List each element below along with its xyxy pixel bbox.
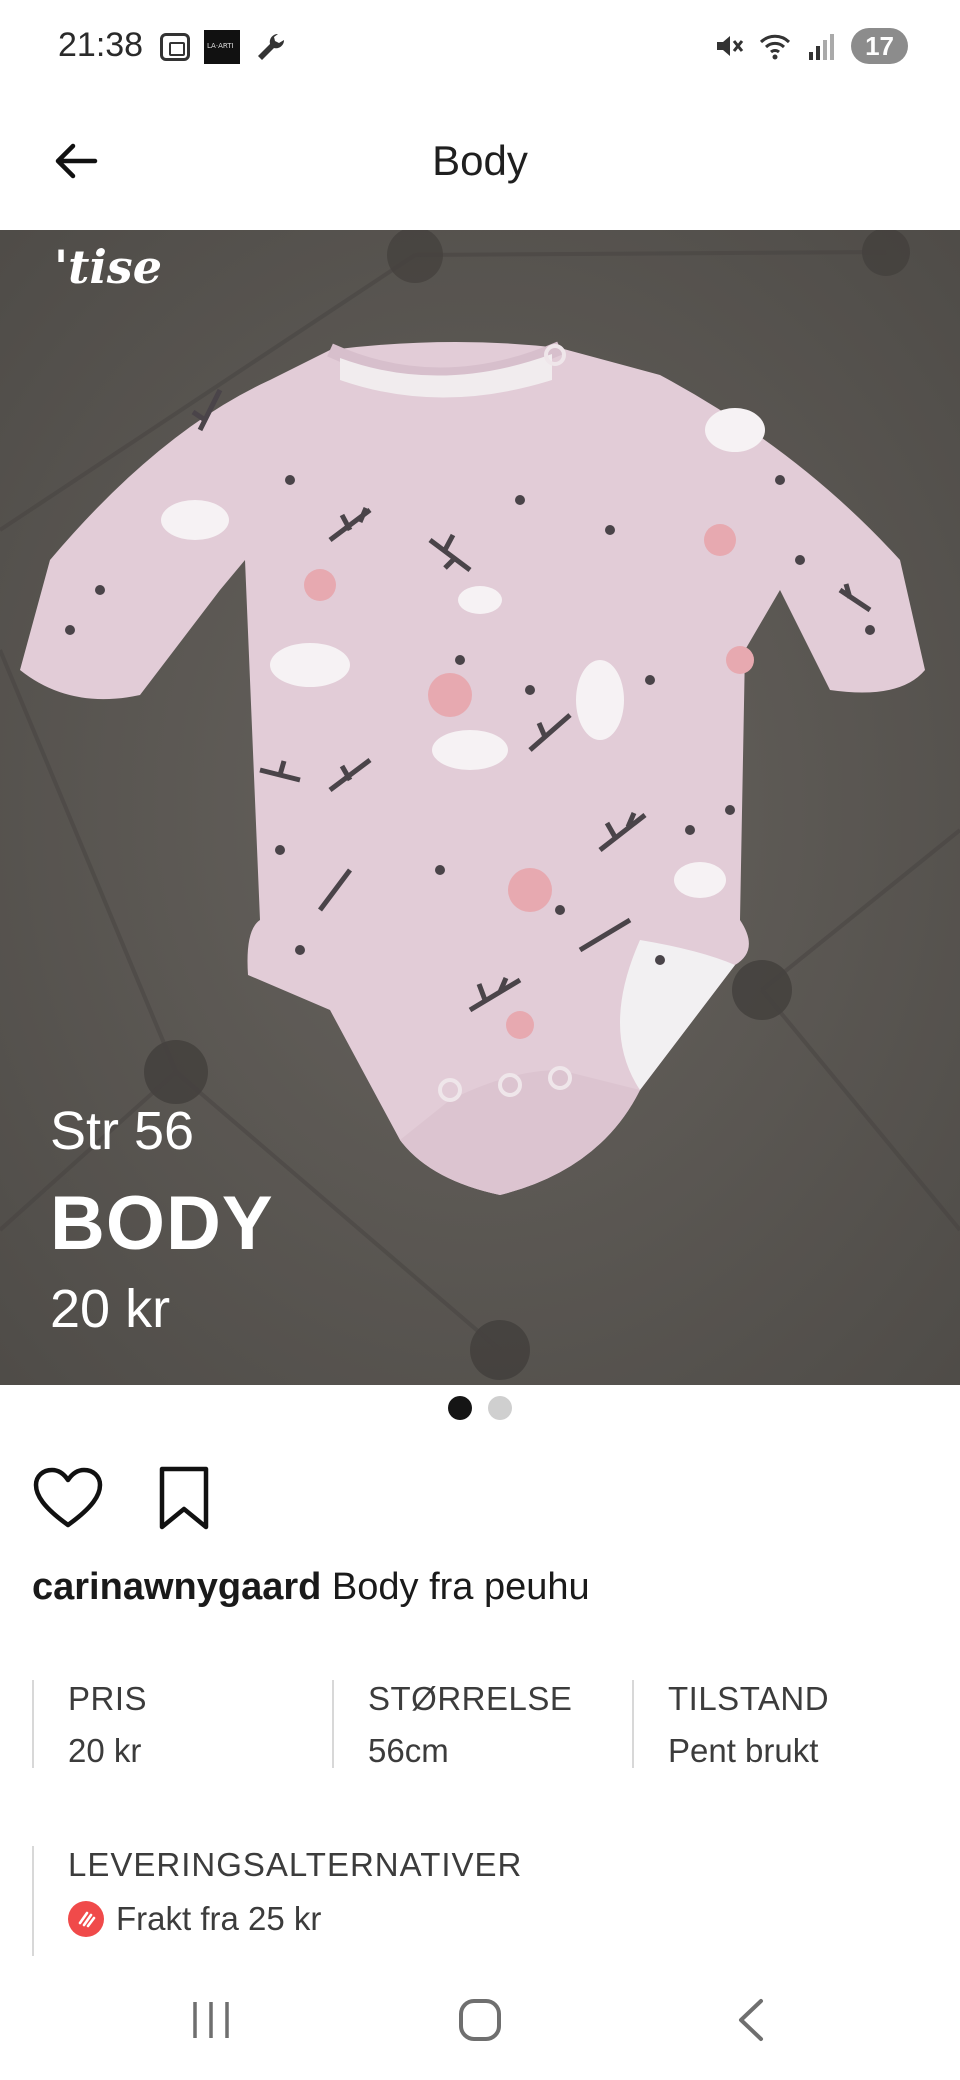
detail-label: TILSTAND xyxy=(668,1680,830,1717)
delivery-option[interactable]: Frakt fra 25 kr xyxy=(68,1900,912,1938)
overlay-title-text: BODY xyxy=(50,1181,274,1266)
home-button[interactable] xyxy=(445,1990,515,2050)
status-right-icons: 17 xyxy=(713,28,908,64)
recents-button[interactable] xyxy=(176,1990,246,2050)
status-bar: 21:38 LA·ARTI 17 xyxy=(0,0,960,100)
shipping-icon xyxy=(68,1901,104,1937)
status-time: 21:38 xyxy=(58,26,144,64)
recents-icon xyxy=(193,2002,229,2038)
home-icon xyxy=(459,1999,501,2041)
overlay-size-text: Str 56 xyxy=(50,1101,195,1161)
detail-value: 56cm xyxy=(368,1732,449,1769)
detail-size: STØRRELSE 56cm xyxy=(332,1680,632,1769)
seller-username[interactable]: carinawnygaard xyxy=(32,1566,321,1608)
action-bar xyxy=(32,1462,220,1534)
delivery-label: LEVERINGSALTERNATIVER xyxy=(68,1846,523,1883)
listing-details: PRIS 20 kr STØRRELSE 56cm TILSTAND Pent … xyxy=(32,1680,932,1769)
wifi-icon xyxy=(760,34,791,60)
overlay-price-text: 20 kr xyxy=(50,1279,171,1339)
signal-icon xyxy=(809,34,835,60)
detail-value: 20 kr xyxy=(68,1732,142,1769)
system-nav-bar xyxy=(0,1960,960,2080)
tise-watermark: 'tise xyxy=(54,240,162,294)
bookmark-icon xyxy=(159,1466,209,1530)
like-button[interactable] xyxy=(32,1462,104,1534)
back-chevron-icon xyxy=(739,1999,763,2041)
app-notification-icon: LA·ARTI xyxy=(204,30,240,64)
detail-condition: TILSTAND Pent brukt xyxy=(632,1680,932,1769)
mute-icon xyxy=(717,36,744,56)
detail-label: PRIS xyxy=(68,1680,148,1717)
listing-description: carinawnygaard Body fra peuhu xyxy=(32,1566,590,1609)
detail-label: STØRRELSE xyxy=(368,1680,573,1717)
app-header: Body xyxy=(0,100,960,230)
screenshot-icon xyxy=(160,33,190,61)
status-left-icons: LA·ARTI xyxy=(160,30,288,64)
delivery-options: LEVERINGSALTERNATIVER Frakt fra 25 kr xyxy=(32,1846,912,1956)
carousel-dot[interactable] xyxy=(488,1396,512,1420)
description-text: Body fra peuhu xyxy=(331,1566,590,1608)
delivery-option-text: Frakt fra 25 kr xyxy=(116,1900,322,1937)
product-image[interactable]: 'tise Str 56 BODY 20 kr xyxy=(0,230,960,1385)
detail-value: Pent brukt xyxy=(668,1732,819,1769)
page-title: Body xyxy=(432,137,528,184)
carousel-dot-active[interactable] xyxy=(448,1396,472,1420)
wrench-icon xyxy=(258,33,285,60)
heart-icon xyxy=(33,1467,103,1528)
app-icon-text: LA·ARTI xyxy=(207,42,234,50)
battery-badge: 17 xyxy=(851,28,908,64)
carousel-indicator xyxy=(0,1396,960,1420)
save-button[interactable] xyxy=(148,1462,220,1534)
nav-back-button[interactable] xyxy=(715,1990,785,2050)
detail-price: PRIS 20 kr xyxy=(32,1680,332,1769)
